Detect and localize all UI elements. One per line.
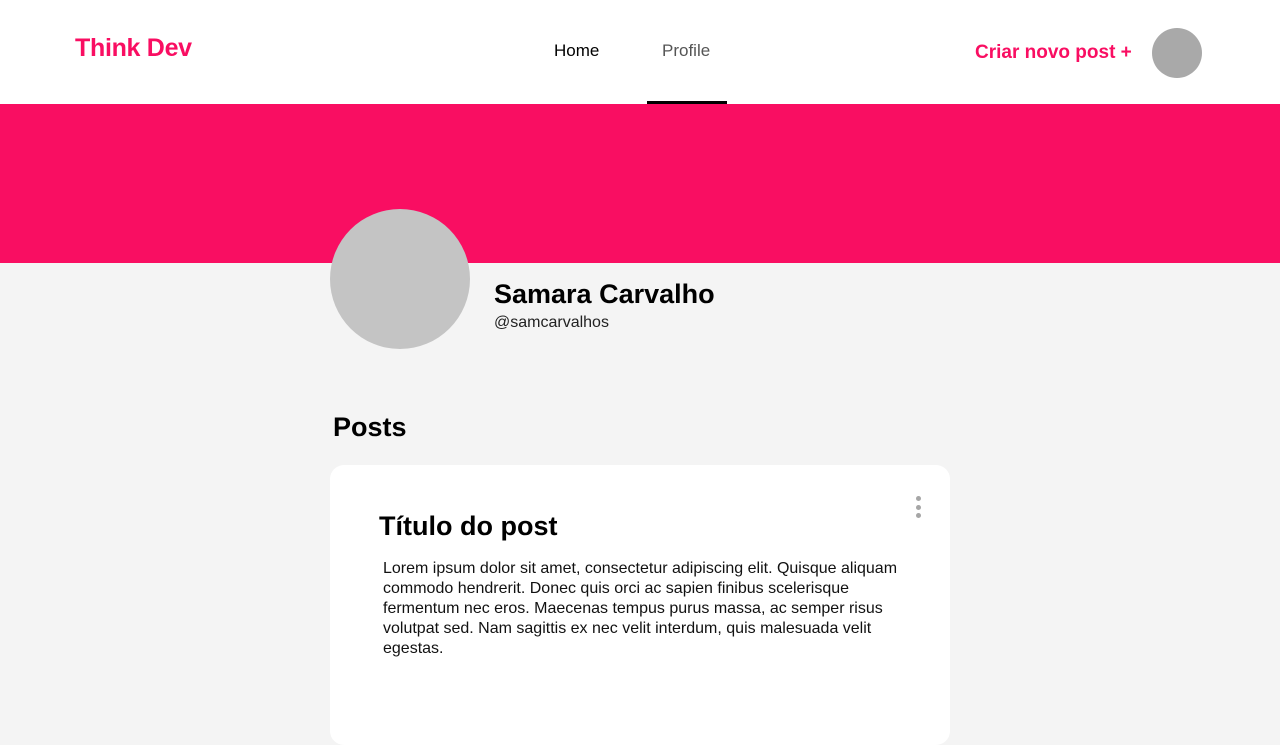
post-title: Título do post [379,511,558,541]
tab-profile[interactable]: Profile [662,41,710,61]
post-body: Lorem ipsum dolor sit amet, consectetur … [383,560,898,657]
menu-dot [915,513,921,518]
brand-logo[interactable]: Think Dev [75,34,192,63]
profile-handle: @samcarvalhos [494,314,609,331]
profile-avatar [330,209,470,349]
user-avatar[interactable] [1152,28,1202,78]
profile-name: Samara Carvalho [494,279,715,309]
menu-dot [915,504,921,510]
profile-cover-banner [0,104,1280,263]
post-card: Título do post Lorem ipsum dolor sit ame… [330,465,950,745]
posts-heading: Posts [333,412,407,442]
more-options-icon[interactable] [908,494,928,520]
tab-home[interactable]: Home [554,41,599,61]
create-post-button[interactable]: Criar novo post + [975,42,1132,64]
top-header: Think Dev Home Profile Criar novo post + [0,0,1280,104]
menu-dot [915,496,921,501]
